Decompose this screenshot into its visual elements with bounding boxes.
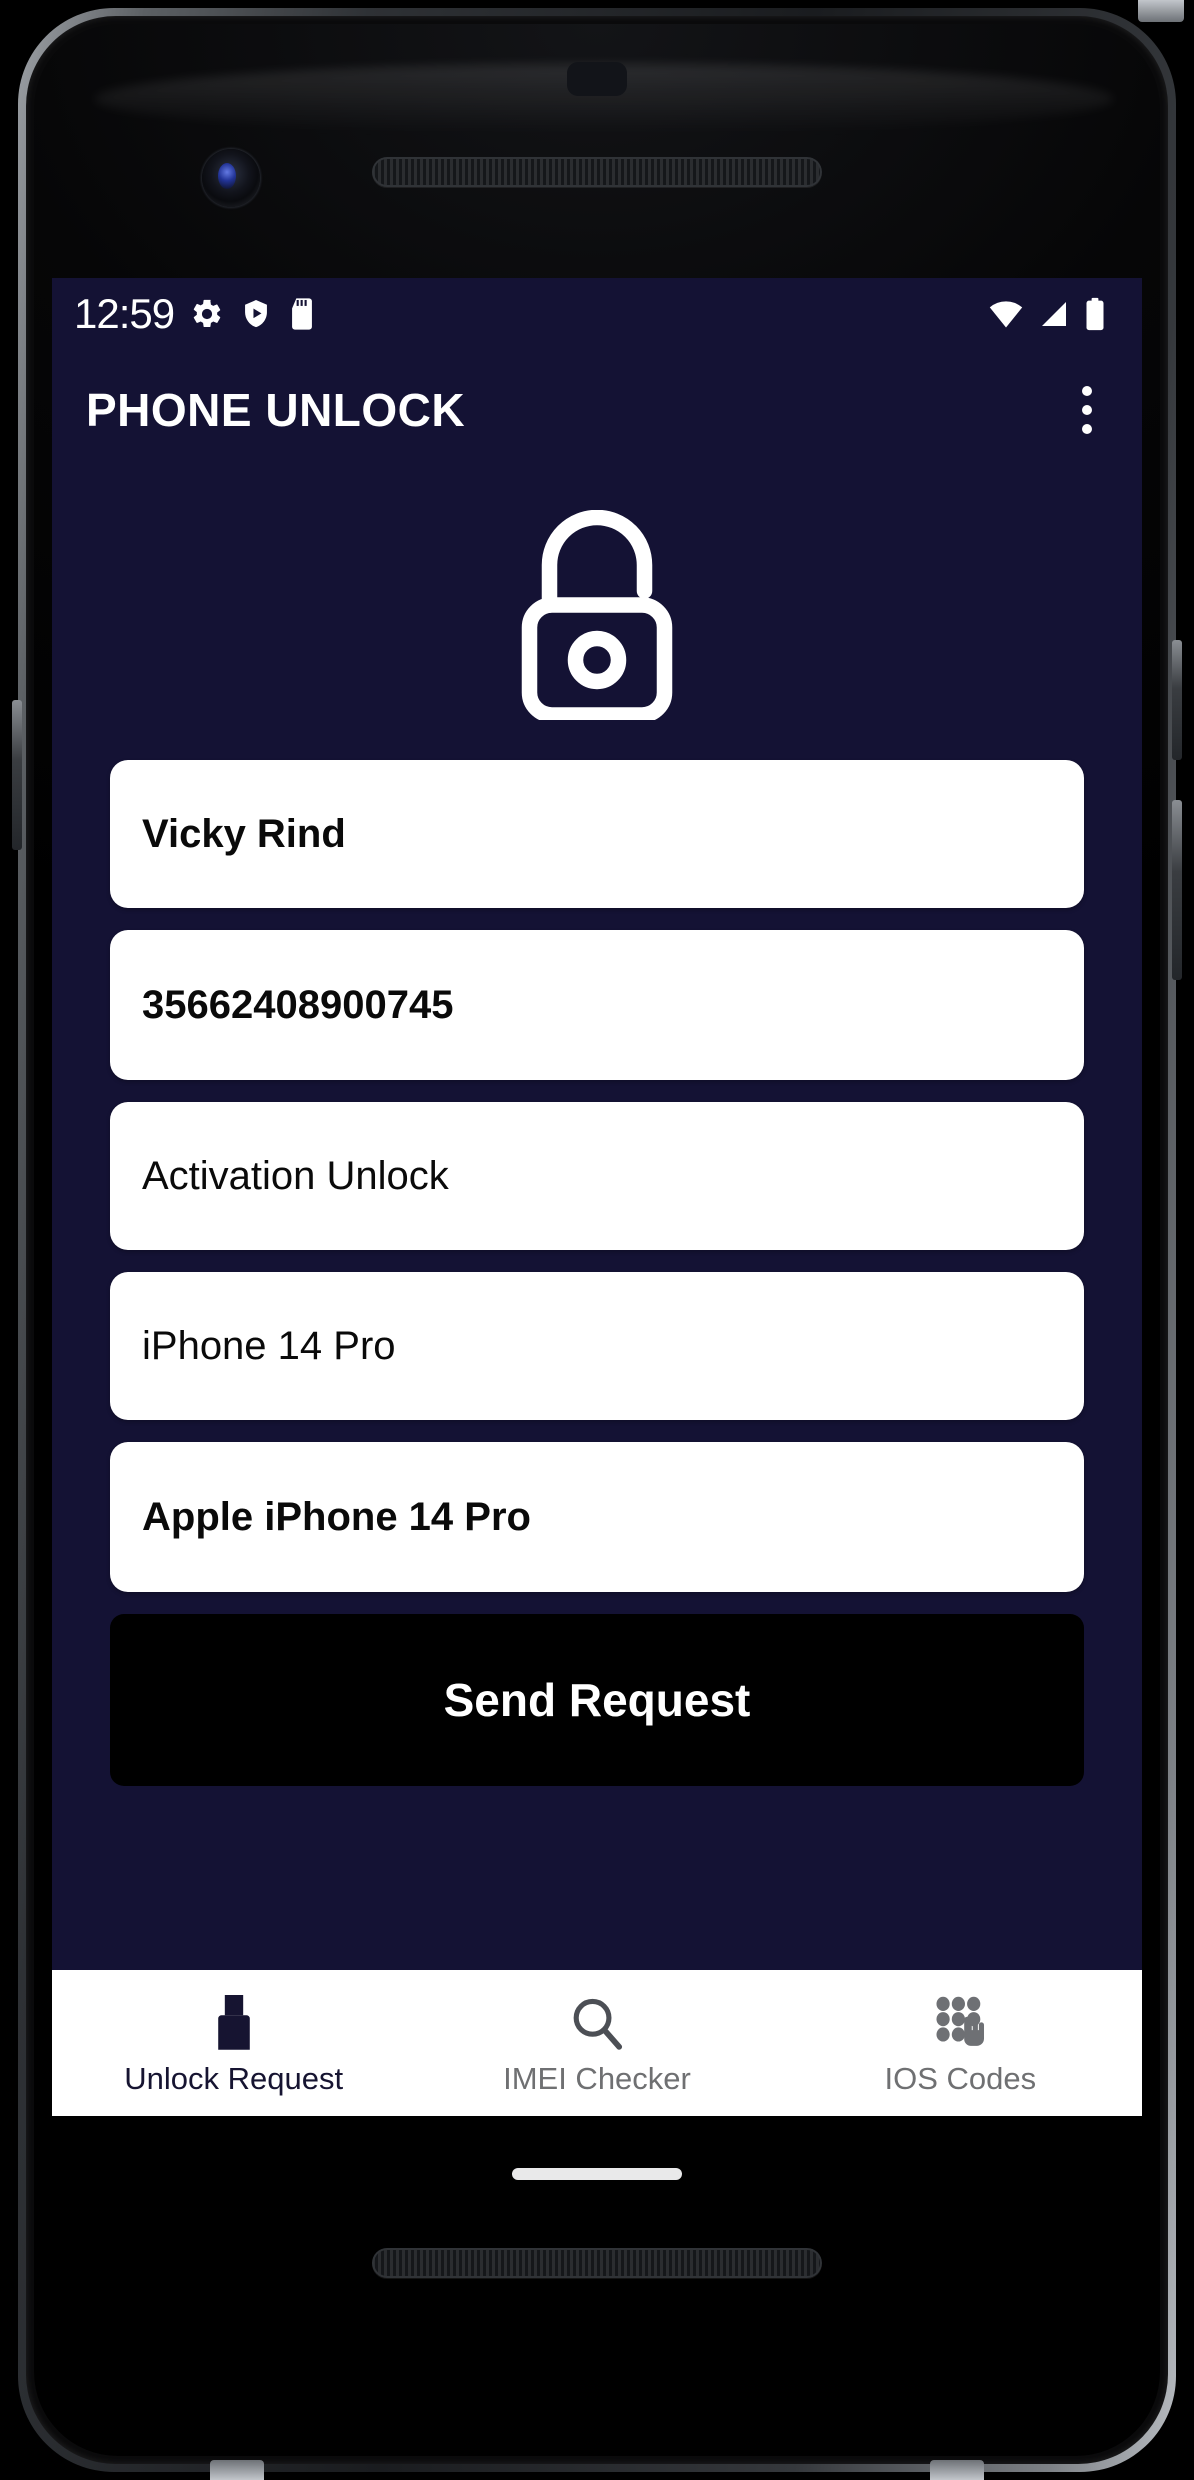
device-model-field[interactable]: iPhone 14 Pro: [110, 1272, 1084, 1420]
customer-name-value: Vicky Rind: [142, 812, 346, 856]
hero-section: [52, 470, 1142, 760]
keypad-hand-icon: [932, 1993, 988, 2053]
overflow-dot: [1082, 424, 1092, 434]
antenna-band-bottom-left: [210, 2460, 264, 2480]
imei-number-value: 35662408900745: [142, 983, 454, 1027]
gear-icon: [193, 299, 221, 328]
volume-button[interactable]: [1172, 800, 1182, 980]
home-indicator[interactable]: [512, 2168, 682, 2180]
antenna-band-bottom-right: [930, 2460, 984, 2480]
unlock-service-field[interactable]: Activation Unlock: [110, 1102, 1084, 1250]
device-model-value: iPhone 14 Pro: [142, 1324, 396, 1368]
send-request-label: Send Request: [443, 1674, 751, 1726]
phone-device-mockup: 12:59 PHONE UNLOCK Vicky Rind 3566240890…: [0, 0, 1194, 2480]
send-request-button[interactable]: Send Request: [110, 1614, 1084, 1786]
app-screen: 12:59 PHONE UNLOCK Vicky Rind 3566240890…: [52, 278, 1142, 2116]
nav-item-imei-checker[interactable]: IMEI Checker: [415, 1970, 778, 2116]
device-brand-model-field[interactable]: Apple iPhone 14 Pro: [110, 1442, 1084, 1592]
customer-name-field[interactable]: Vicky Rind: [110, 760, 1084, 908]
unlock-request-form: Vicky Rind 35662408900745 Activation Unl…: [52, 760, 1142, 1786]
status-bar-right: [988, 297, 1106, 331]
nav-item-ios-codes[interactable]: IOS Codes: [779, 1970, 1142, 2116]
status-bar-left: 12:59: [74, 293, 316, 335]
bottom-navigation: Unlock Request IMEI Checker IOS Codes: [52, 1970, 1142, 2116]
battery-icon: [1086, 297, 1104, 331]
page-title: PHONE UNLOCK: [86, 384, 466, 436]
antenna-band-top-right: [1138, 0, 1184, 22]
bottom-speaker: [372, 2248, 822, 2278]
wifi-icon: [989, 301, 1023, 328]
open-padlock-icon: [521, 510, 673, 720]
overflow-dot: [1082, 405, 1092, 415]
nav-item-unlock-request[interactable]: Unlock Request: [52, 1970, 415, 2116]
unlock-service-value: Activation Unlock: [142, 1154, 449, 1198]
shield-play-icon: [245, 300, 268, 328]
status-bar: 12:59: [52, 278, 1142, 350]
sim-tray[interactable]: [12, 700, 22, 850]
front-camera-icon: [202, 149, 260, 207]
nav-label-ios-codes: IOS Codes: [884, 2060, 1037, 2096]
nav-label-imei-checker: IMEI Checker: [503, 2060, 691, 2096]
nav-label-unlock-request: Unlock Request: [124, 2060, 344, 2096]
device-brand-model-value: Apple iPhone 14 Pro: [142, 1495, 531, 1539]
magnifier-icon: [569, 1993, 625, 2053]
status-bar-clock: 12:59: [74, 290, 175, 337]
overflow-menu-icon[interactable]: [1068, 374, 1106, 446]
proximity-sensor: [567, 62, 627, 96]
power-button[interactable]: [1172, 640, 1182, 760]
sd-card-icon: [292, 298, 313, 330]
overflow-dot: [1082, 386, 1092, 396]
cellular-signal-icon: [1042, 302, 1066, 326]
app-bar: PHONE UNLOCK: [52, 350, 1142, 470]
earpiece-speaker: [372, 157, 822, 187]
imei-number-field[interactable]: 35662408900745: [110, 930, 1084, 1080]
padlock-icon: [209, 1993, 259, 2053]
